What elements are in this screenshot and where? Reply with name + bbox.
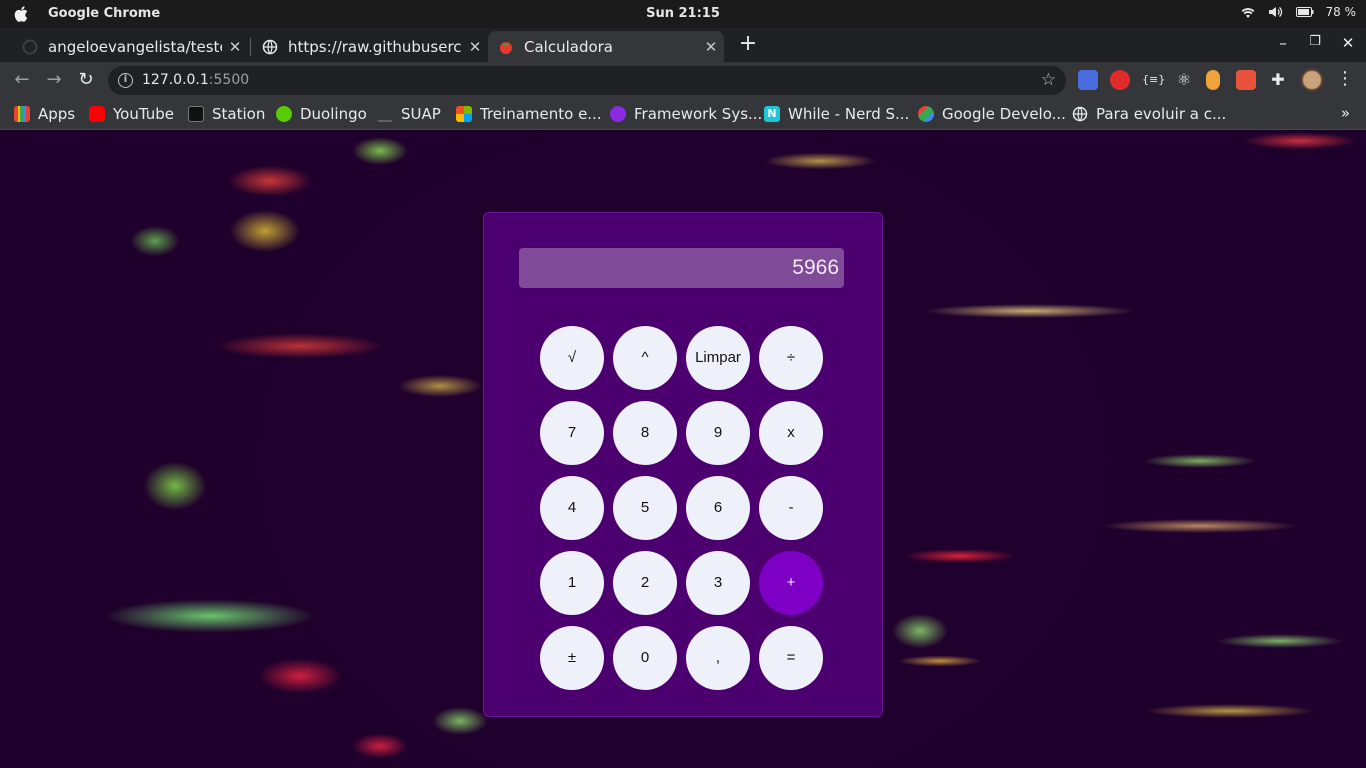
new-tab-button[interactable]: + [736,33,760,57]
volume-icon[interactable] [1268,5,1284,19]
tab-close-icon[interactable]: ✕ [698,38,724,56]
subtract-button[interactable]: - [759,476,823,540]
bookmark-suap[interactable]: SUAP [377,104,441,124]
todo-extension-icon[interactable] [1236,70,1256,90]
digit-2-button[interactable]: 2 [613,551,677,615]
bookmark-star-icon[interactable]: ☆ [1041,70,1056,90]
json-viewer-extension-icon[interactable]: {≡} [1142,70,1165,90]
chrome-menu-icon[interactable]: ⋮ [1336,68,1354,89]
minimize-button[interactable]: – [1271,34,1295,56]
n-logo-icon: N [764,106,780,122]
battery-icon[interactable] [1295,6,1314,18]
digit-9-button[interactable]: 9 [686,401,750,465]
tomato-icon [500,41,512,54]
bookmark-duolingo[interactable]: Duolingo [276,104,367,124]
bookmark-label: SUAP [401,105,441,123]
wifi-icon[interactable] [1240,5,1256,19]
bookmark-youtube[interactable]: YouTube [89,104,174,124]
apps-grid-icon [14,106,30,122]
bookmarks-bar: Apps YouTube Station Duolingo SUAP Trein… [0,98,1366,130]
close-window-button[interactable]: ✕ [1336,34,1360,56]
calculator: 5966 √ ^ Limpar ÷ 7 8 9 x 4 5 6 - 1 2 3 … [483,212,883,717]
battery-percentage: 78 % [1325,5,1357,19]
google-developers-icon [918,106,934,122]
clear-button[interactable]: Limpar [686,326,750,390]
duolingo-icon [276,106,292,122]
back-arrow-icon[interactable]: ← [10,68,34,92]
divide-button[interactable]: ÷ [759,326,823,390]
bookmark-label: While - Nerd S... [788,105,910,123]
sqrt-button[interactable]: √ [540,326,604,390]
decimal-comma-button[interactable]: , [686,626,750,690]
digit-5-button[interactable]: 5 [613,476,677,540]
station-icon [188,106,204,122]
multiply-button[interactable]: x [759,401,823,465]
bookmark-label: Para evoluir a c... [1096,105,1227,123]
bookmark-while[interactable]: N While - Nerd S... [764,104,909,124]
digit-3-button[interactable]: 3 [686,551,750,615]
github-icon [22,39,38,54]
digit-6-button[interactable]: 6 [686,476,750,540]
add-button[interactable]: + [759,551,823,615]
page-viewport: 5966 √ ^ Limpar ÷ 7 8 9 x 4 5 6 - 1 2 3 … [0,131,1366,768]
status-area: 78 % [1240,5,1357,19]
tab-title: https://raw.githubusercon [288,37,462,56]
tab-separator [250,38,251,56]
calculator-display: 5966 [519,248,844,288]
bookmark-para-evoluir[interactable]: Para evoluir a c... [1072,104,1226,124]
equals-button[interactable]: = [759,626,823,690]
digit-1-button[interactable]: 1 [540,551,604,615]
bookmark-label: Framework Sys... [634,105,763,123]
bookmark-label: Duolingo [300,105,367,123]
youtube-icon [89,106,105,122]
tab-raw-github[interactable]: https://raw.githubusercon ✕ [252,31,488,62]
tab-title: angeloevangelista/teste-c [48,37,222,56]
profile-avatar[interactable] [1301,69,1323,91]
url-text[interactable]: 127.0.0.1:5500 [142,72,249,88]
tab-strip: angeloevangelista/teste-c ✕ https://raw.… [0,28,1366,62]
address-bar[interactable]: i 127.0.0.1:5500 ☆ [108,66,1066,95]
bookmark-framework[interactable]: Framework Sys... [610,104,762,124]
os-top-bar: Google Chrome Sun 21:15 78 % [0,0,1366,28]
active-app-name[interactable]: Google Chrome [48,6,160,21]
bookmark-station[interactable]: Station [188,104,265,124]
toggle-sign-button[interactable]: ± [540,626,604,690]
site-info-icon[interactable]: i [118,73,133,88]
tab-title: Calculadora [524,37,614,56]
suap-icon [377,106,393,122]
bookmark-label: YouTube [113,105,174,123]
restore-button[interactable]: ❐ [1303,34,1327,56]
apple-icon[interactable] [13,5,31,23]
tab-close-icon[interactable]: ✕ [222,38,248,56]
adblock-extension-icon[interactable] [1110,70,1130,90]
browser-toolbar: ← → ↻ i 127.0.0.1:5500 ☆ {≡} ⚛ ✚ ⋮ [0,62,1366,98]
microsoft-icon [456,106,472,122]
bookmark-label: Station [212,105,266,123]
digit-7-button[interactable]: 7 [540,401,604,465]
bookmark-treinamento[interactable]: Treinamento e... [456,104,602,124]
bookmark-label: Treinamento e... [480,105,602,123]
extensions-puzzle-icon[interactable]: ✚ [1268,70,1288,90]
forward-arrow-icon[interactable]: → [42,68,66,92]
bookmark-label: Google Develo... [942,105,1066,123]
bookmark-label: Apps [38,105,76,123]
react-devtools-extension-icon[interactable]: ⚛ [1174,70,1194,90]
tab-calculadora[interactable]: Calculadora ✕ [488,31,724,62]
reload-icon[interactable]: ↻ [74,68,98,92]
digit-8-button[interactable]: 8 [613,401,677,465]
chat-bubble-icon [610,106,626,122]
power-button[interactable]: ^ [613,326,677,390]
google-translate-extension-icon[interactable] [1078,70,1098,90]
digit-0-button[interactable]: 0 [613,626,677,690]
honey-extension-icon[interactable] [1206,70,1220,90]
globe-icon [1072,106,1088,122]
clock[interactable]: Sun 21:15 [0,6,1366,21]
tab-close-icon[interactable]: ✕ [462,38,488,56]
more-bookmarks-chevron-icon[interactable]: » [1341,104,1350,122]
bookmark-google-developers[interactable]: Google Develo... [918,104,1066,124]
globe-icon [262,39,278,54]
digit-4-button[interactable]: 4 [540,476,604,540]
tab-github[interactable]: angeloevangelista/teste-c ✕ [12,31,248,62]
bookmark-apps[interactable]: Apps [14,104,75,124]
